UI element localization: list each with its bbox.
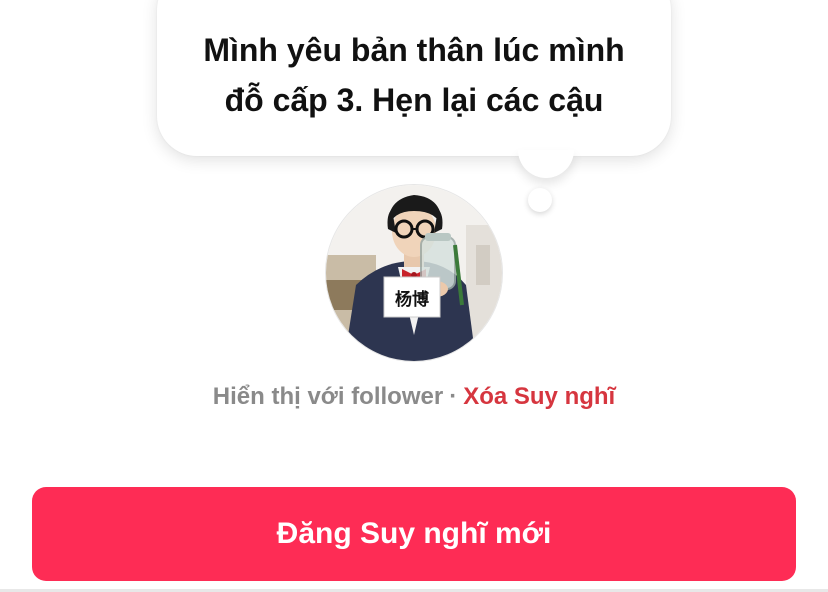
avatar[interactable]: 杨博 xyxy=(325,184,503,362)
post-new-thought-button[interactable]: Đăng Suy nghĩ mới xyxy=(32,487,796,581)
visibility-label: Hiển thị với follower xyxy=(212,383,444,410)
bubble-tail xyxy=(518,150,574,178)
thought-bubble: Mình yêu bản thân lúc mình đỗ cấp 3. Hẹn… xyxy=(157,0,671,156)
visibility-row: Hiển thị với follower · Xóa Suy nghĩ xyxy=(0,383,828,411)
name-badge-text: 杨博 xyxy=(395,289,429,310)
separator-dot: · xyxy=(449,383,458,410)
profile-photo-icon: 杨博 xyxy=(326,185,502,361)
thought-line-2: đỗ cấp 3. Hẹn lại các cậu xyxy=(224,82,604,118)
thought-line-1: Mình yêu bản thân lúc mình xyxy=(203,32,625,68)
post-new-thought-label: Đăng Suy nghĩ mới xyxy=(276,517,552,550)
delete-thought-link[interactable]: Xóa Suy nghĩ xyxy=(463,383,615,410)
bubble-tail-dot xyxy=(528,188,552,212)
thought-text: Mình yêu bản thân lúc mình đỗ cấp 3. Hẹn… xyxy=(157,25,671,125)
